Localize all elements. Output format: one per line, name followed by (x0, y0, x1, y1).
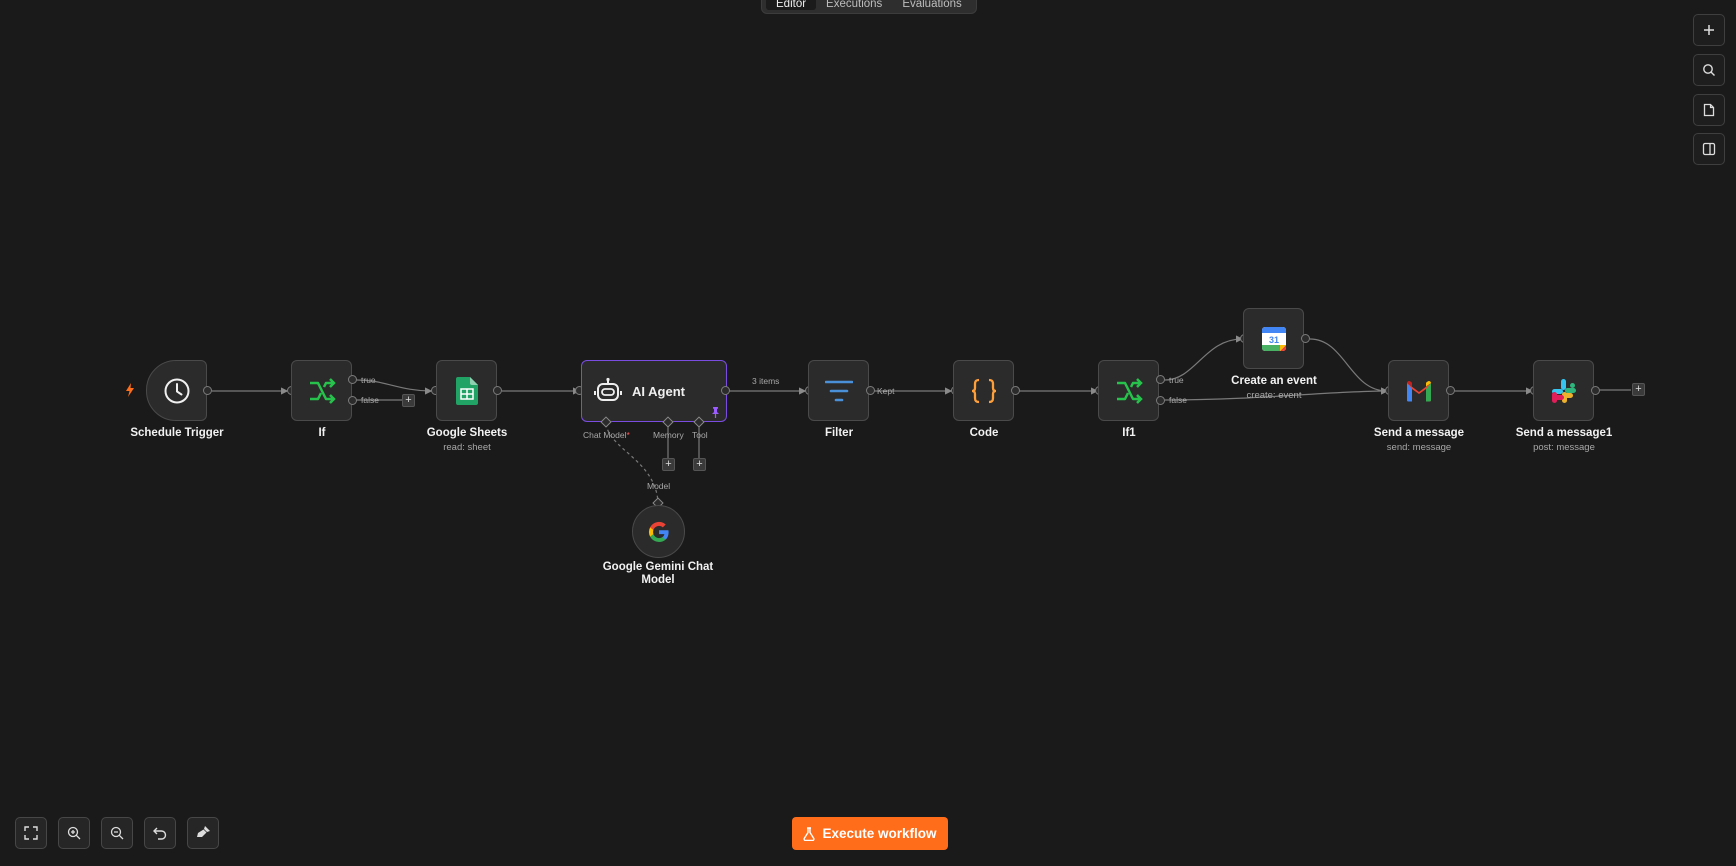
edge-label-false: false (361, 395, 379, 405)
tidy-up-button[interactable] (187, 817, 219, 849)
node-if1[interactable] (1098, 360, 1159, 421)
filter-icon (824, 380, 853, 401)
calendar-day: 31 (1268, 335, 1278, 345)
sticky-note-button[interactable] (1693, 94, 1725, 126)
node-if[interactable] (291, 360, 352, 421)
sticky-note-icon (1703, 103, 1715, 117)
zoom-out-icon (110, 826, 124, 840)
clock-icon (164, 378, 189, 403)
node-filter[interactable] (808, 360, 869, 421)
add-connection-button[interactable]: + (402, 394, 415, 407)
add-memory-button[interactable]: + (662, 458, 675, 471)
node-schedule-trigger[interactable] (146, 360, 207, 421)
node-google-gemini[interactable] (632, 505, 685, 558)
node-label: If (318, 427, 326, 439)
pin-icon (712, 407, 719, 418)
toggle-panel-button[interactable] (1693, 133, 1725, 165)
plus-icon (1704, 25, 1714, 35)
output-port[interactable] (1301, 334, 1310, 343)
output-port[interactable] (1011, 386, 1020, 395)
node-send-message-slack[interactable] (1533, 360, 1594, 421)
output-port[interactable] (1446, 386, 1455, 395)
output-port-false[interactable] (348, 396, 357, 405)
search-icon (1703, 64, 1715, 76)
node-code[interactable] (953, 360, 1014, 421)
broom-icon (197, 826, 210, 837)
search-nodes-button[interactable] (1693, 54, 1725, 86)
edge-label-kept: Kept (877, 386, 895, 396)
node-subtitle: send: message (1386, 442, 1452, 453)
node-label: Code (969, 427, 999, 439)
node-send-message-gmail[interactable] (1388, 360, 1449, 421)
zoom-in-icon (67, 826, 81, 840)
slack-icon (1551, 378, 1576, 403)
edge-if1-true-calendar (1164, 335, 1244, 381)
trigger-bolt-icon (126, 383, 134, 397)
node-label: Send a message1 (1515, 427, 1613, 439)
memory-label: Memory (653, 430, 684, 440)
output-port[interactable] (721, 386, 730, 395)
node-create-event[interactable]: 31 (1243, 308, 1304, 369)
robot-icon (594, 377, 622, 401)
node-ai-agent[interactable]: AI Agent (581, 360, 727, 422)
chat-model-text: Chat Model (583, 430, 627, 440)
tab-editor[interactable]: Editor (766, 0, 817, 10)
code-braces-icon (971, 378, 996, 403)
view-tabs: Editor Executions Evaluations (761, 0, 977, 14)
flask-icon (803, 826, 816, 841)
tab-evaluations[interactable]: Evaluations (892, 0, 971, 10)
add-node-button[interactable] (1693, 14, 1725, 46)
chat-model-label: Chat Model* (583, 430, 630, 440)
undo-icon (153, 827, 167, 840)
gmail-icon (1406, 380, 1431, 401)
node-label: Filter (824, 427, 854, 439)
google-calendar-icon: 31 (1261, 326, 1286, 351)
node-label: Google Sheets (426, 427, 508, 439)
zoom-out-button[interactable] (101, 817, 133, 849)
zoom-in-button[interactable] (58, 817, 90, 849)
branch-icon (1116, 377, 1143, 404)
node-subtitle: create: event (1246, 390, 1302, 401)
execute-workflow-button[interactable]: Execute workflow (792, 817, 948, 850)
output-port[interactable] (203, 386, 212, 395)
node-label: Google Gemini Chat Model (602, 561, 714, 586)
edge-label-false: false (1169, 395, 1187, 405)
add-next-node-button[interactable]: + (1632, 383, 1645, 396)
node-label: Send a message (1373, 427, 1465, 439)
node-subtitle: post: message (1533, 442, 1595, 453)
node-label: If1 (1122, 427, 1136, 439)
output-port-true[interactable] (1156, 375, 1165, 384)
output-port-false[interactable] (1156, 396, 1165, 405)
google-icon (648, 521, 669, 542)
google-sheets-icon (455, 376, 478, 405)
edge-label-true: true (1169, 375, 1184, 385)
tab-executions[interactable]: Executions (816, 0, 892, 10)
output-port-true[interactable] (348, 375, 357, 384)
edge-label-true: true (361, 375, 376, 385)
undo-button[interactable] (144, 817, 176, 849)
tool-label: Tool (692, 430, 708, 440)
node-label: Create an event (1231, 375, 1317, 387)
fit-view-icon (24, 826, 38, 840)
output-port[interactable] (1591, 386, 1600, 395)
model-label: Model (647, 481, 671, 491)
panel-icon (1702, 142, 1716, 156)
execute-workflow-label: Execute workflow (822, 826, 937, 841)
required-mark: * (626, 430, 630, 440)
node-subtitle: read: sheet (443, 442, 491, 453)
node-google-sheets[interactable] (436, 360, 497, 421)
fit-view-button[interactable] (15, 817, 47, 849)
add-tool-button[interactable]: + (693, 458, 706, 471)
node-title: AI Agent (632, 383, 685, 399)
output-port[interactable] (493, 386, 502, 395)
items-count-label: 3 items (752, 376, 780, 386)
branch-icon (309, 377, 336, 404)
node-label: Schedule Trigger (130, 427, 224, 439)
output-port[interactable] (866, 386, 875, 395)
